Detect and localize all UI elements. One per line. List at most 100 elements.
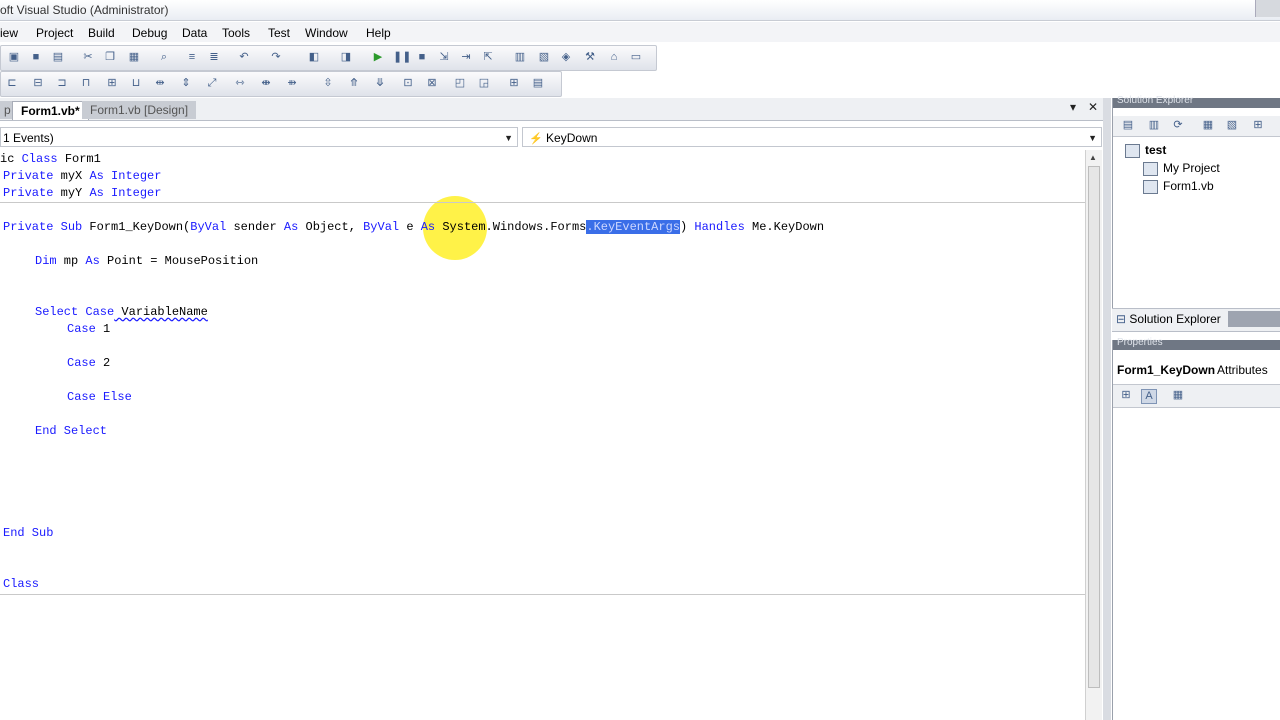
tree-item-form1[interactable]: Form1.vb (1163, 179, 1214, 193)
make-same-height-icon[interactable]: ⇕ (179, 77, 193, 90)
pause-icon[interactable]: ❚❚ (393, 51, 411, 64)
panel-splitter[interactable] (1103, 98, 1111, 720)
horizontal-spacing-icon[interactable]: ⇿ (233, 77, 247, 90)
cut-icon[interactable]: ✂ (81, 51, 95, 64)
navigate-backward-icon[interactable]: ◧ (307, 51, 321, 64)
my-project-icon (1143, 162, 1158, 176)
make-same-size-icon[interactable]: ⤢ (205, 77, 219, 90)
code-line: Private myY As Integer (3, 186, 162, 200)
save-all-icon[interactable]: ▤ (51, 51, 65, 64)
close-tab-icon[interactable]: ✕ (1088, 100, 1098, 114)
start-debugging-icon[interactable]: ▶ (371, 51, 385, 64)
property-object-name[interactable]: Form1_KeyDown (1117, 363, 1215, 377)
align-middles-icon[interactable]: ⊞ (105, 77, 119, 90)
refresh-icon[interactable]: ⟳ (1171, 119, 1185, 132)
menu-build[interactable]: Build (88, 26, 115, 40)
paste-icon[interactable]: ▦ (127, 51, 141, 64)
properties-icon[interactable]: ▧ (537, 51, 551, 64)
command-window-icon[interactable]: ▭ (629, 51, 643, 64)
event-icon: ⚡ (529, 133, 543, 145)
tab-solution-explorer[interactable]: ⊟ Solution Explorer (1116, 312, 1221, 326)
start-page-icon[interactable]: ⌂ (607, 51, 621, 64)
vb-file-icon (1143, 180, 1158, 194)
show-all-files-icon[interactable]: ▥ (1147, 119, 1161, 132)
property-pages-icon[interactable]: ▦ (1171, 389, 1185, 402)
menu-tools[interactable]: Tools (222, 26, 250, 40)
view-class-diagram-icon[interactable]: ⊞ (1251, 119, 1265, 132)
align-tops-icon[interactable]: ⊓ (79, 77, 93, 90)
tab-form1-design[interactable]: Form1.vb [Design] (82, 101, 197, 119)
step-over-icon[interactable]: ⇥ (459, 51, 473, 64)
undo-icon[interactable]: ↶ (237, 51, 251, 64)
menu-debug[interactable]: Debug (132, 26, 167, 40)
menu-bar: iew Project Build Debug Data Tools Test … (0, 22, 1280, 42)
code-line: Case Else (67, 390, 132, 404)
code-line: End Sub (3, 526, 54, 540)
solution-explorer-icon[interactable]: ▥ (513, 51, 527, 64)
class-name-dropdown[interactable]: 1 Events) ▼ (0, 127, 518, 147)
member-separator (0, 594, 1085, 595)
categorized-icon[interactable]: ⊞ (1119, 389, 1133, 402)
comment-icon[interactable]: ≡ (185, 51, 199, 64)
alphabetical-icon[interactable]: A (1141, 389, 1157, 404)
step-into-icon[interactable]: ⇲ (437, 51, 451, 64)
align-bottoms-icon[interactable]: ⊔ (129, 77, 143, 90)
vertical-spacing-icon[interactable]: ⇳ (321, 77, 335, 90)
solution-explorer-tabs: ⊟ Solution Explorer (1112, 308, 1280, 332)
close-window-button[interactable] (1255, 0, 1280, 17)
property-object-type: Attributes (1217, 363, 1268, 377)
menu-view[interactable]: iew (0, 26, 18, 40)
solution-explorer-header: Solution Explorer (1113, 95, 1280, 108)
menu-test[interactable]: Test (268, 26, 290, 40)
tree-root-project[interactable]: test (1145, 143, 1166, 157)
align-rights-icon[interactable]: ⊐ (55, 77, 69, 90)
align-lefts-icon[interactable]: ⊏ (5, 77, 19, 90)
center-vertically-icon[interactable]: ⊠ (425, 77, 439, 90)
scroll-up-arrow-icon[interactable]: ▲ (1089, 153, 1097, 162)
find-icon[interactable]: ⌕ (157, 51, 171, 64)
navigate-forward-icon[interactable]: ◨ (339, 51, 353, 64)
copy-icon[interactable]: ❐ (103, 51, 117, 64)
tab-list-chevron-icon[interactable]: ▾ (1070, 100, 1076, 114)
scrollbar-thumb[interactable] (1088, 166, 1100, 688)
align-centers-icon[interactable]: ⊟ (31, 77, 45, 90)
tab-class-view[interactable] (1228, 311, 1280, 327)
object-browser-icon[interactable]: ◈ (559, 51, 573, 64)
properties-icon[interactable]: ▤ (1121, 119, 1135, 132)
chevron-down-icon: ▼ (1088, 133, 1097, 143)
code-editor[interactable]: ic Class Form1 Private myX As Integer Pr… (0, 150, 1085, 720)
editor-vertical-scrollbar[interactable]: ▲ (1085, 150, 1102, 720)
title-bar: oft Visual Studio (Administrator) (0, 0, 1280, 21)
redo-icon[interactable]: ↷ (269, 51, 283, 64)
send-to-back-icon[interactable]: ◲ (477, 77, 491, 90)
increase-spacing-icon[interactable]: ⇼ (259, 77, 273, 90)
center-horizontally-icon[interactable]: ⊡ (401, 77, 415, 90)
view-designer-icon[interactable]: ▧ (1225, 119, 1239, 132)
method-name-dropdown[interactable]: ⚡ KeyDown ▼ (522, 127, 1102, 147)
toolbox-icon[interactable]: ⚒ (583, 51, 597, 64)
make-same-width-icon[interactable]: ⇹ (153, 77, 167, 90)
view-code-icon[interactable]: ▦ (1201, 119, 1215, 132)
code-line: Private myX As Integer (3, 169, 162, 183)
menu-project[interactable]: Project (36, 26, 73, 40)
step-out-icon[interactable]: ⇱ (481, 51, 495, 64)
menu-help[interactable]: Help (366, 26, 391, 40)
decrease-vertical-spacing-icon[interactable]: ⤋ (373, 77, 387, 90)
tree-item-my-project[interactable]: My Project (1163, 161, 1220, 175)
new-item-icon[interactable]: ▣ (7, 51, 21, 64)
menu-data[interactable]: Data (182, 26, 207, 40)
uncomment-icon[interactable]: ≣ (207, 51, 221, 64)
stop-icon[interactable]: ■ (415, 51, 429, 64)
solution-icon (1125, 144, 1140, 158)
standard-toolbar: ▣ ■ ▤ ✂ ❐ ▦ ⌕ ≡ ≣ ↶ ↷ ◧ ◨ ▶ ❚❚ ■ ⇲ ⇥ ⇱ ▥… (0, 45, 657, 71)
lock-controls-icon[interactable]: ▤ (531, 77, 545, 90)
decrease-spacing-icon[interactable]: ⇻ (285, 77, 299, 90)
tab-form1-code[interactable]: Form1.vb* (12, 101, 89, 120)
chevron-down-icon: ▼ (504, 133, 513, 143)
tab-order-icon[interactable]: ⊞ (507, 77, 521, 90)
menu-window[interactable]: Window (305, 26, 348, 40)
member-separator (0, 202, 1085, 203)
save-icon[interactable]: ■ (29, 51, 43, 64)
bring-to-front-icon[interactable]: ◰ (453, 77, 467, 90)
increase-vertical-spacing-icon[interactable]: ⤊ (347, 77, 361, 90)
